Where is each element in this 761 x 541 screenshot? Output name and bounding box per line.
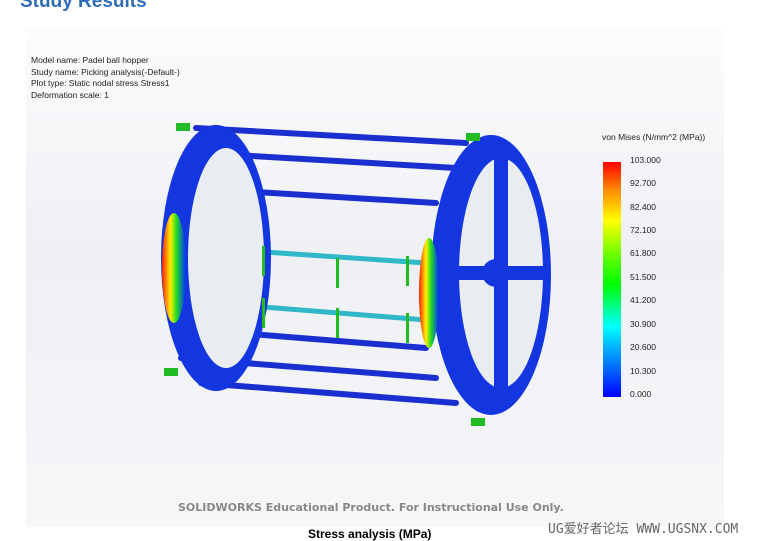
deformation-scale: Deformation scale: 1 — [31, 89, 109, 100]
stress-plot: Model name: Padel ball hopper Study name… — [26, 28, 724, 527]
plot-type: Plot type: Static nodal stress Stress1 — [31, 78, 170, 88]
study-name: Study name: Picking analysis(-Default-) — [31, 66, 180, 77]
legend-tick: 30.900 — [630, 319, 656, 329]
legend-tick: 20.600 — [630, 342, 656, 352]
stress-colorbar — [603, 162, 621, 397]
legend-title: von Mises (N/mm^2 (MPa)) — [602, 132, 706, 142]
model-name: Model name: Padel ball hopper — [31, 55, 149, 65]
legend-tick: 72.100 — [630, 225, 656, 235]
legend-tick: 0.000 — [630, 389, 652, 399]
site-watermark: UG爱好者论坛 WWW.UGSNX.COM — [548, 522, 739, 537]
legend-tick: 41.200 — [630, 295, 656, 305]
study-info: Model name: Padel ball hopper Study name… — [31, 55, 180, 101]
legend-tick: 10.300 — [630, 366, 656, 376]
legend-tick: 103.000 — [630, 155, 661, 165]
solidworks-watermark: SOLIDWORKS Educational Product. For Inst… — [178, 501, 564, 514]
legend-tick: 82.400 — [630, 202, 656, 212]
legend-tick: 51.500 — [630, 272, 656, 282]
legend-tick: 92.700 — [630, 178, 656, 188]
page-heading: Study Results — [20, 0, 147, 12]
legend-tick: 61.800 — [630, 248, 656, 258]
left-ring — [161, 125, 271, 391]
right-ring — [419, 135, 551, 415]
